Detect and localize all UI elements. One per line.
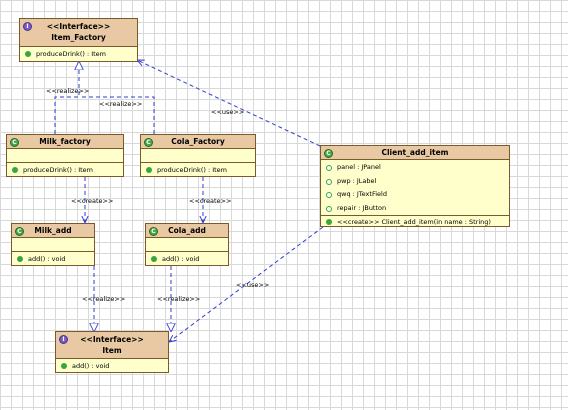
field-icon xyxy=(326,192,332,198)
realize-label-bottom-right: <<realize>> xyxy=(157,295,200,303)
field-row: qwq : JTextField xyxy=(321,188,509,202)
field-row: panel : JPanel xyxy=(321,161,509,175)
methods-section: produceDrink() : Item xyxy=(141,163,255,177)
field-icon xyxy=(326,165,332,171)
realize-label-top-left: <<realize>> xyxy=(46,87,89,95)
realize-label-top-right: <<realize>> xyxy=(99,100,142,108)
class-header: C Cola_add xyxy=(146,224,228,238)
field-icon xyxy=(326,205,332,212)
methods-section: produceDrink() : Item xyxy=(7,163,123,177)
methods-section: <<create>> Client_add_item(in name : Str… xyxy=(321,216,509,228)
class-cola-add[interactable]: C Cola_add add() : void xyxy=(145,223,229,266)
class-cola-factory[interactable]: C Cola_Factory produceDrink() : Item xyxy=(140,134,256,177)
field-row: pwp : JLabel xyxy=(321,175,509,189)
class-milk-add[interactable]: C Milk_add add() : void xyxy=(11,223,95,266)
method-row: add() : void xyxy=(12,252,94,266)
method-row: add() : void xyxy=(146,252,228,266)
use-label-top: <<use>> xyxy=(211,108,244,116)
create-label-left: <<create>> xyxy=(71,197,113,205)
class-name: Cola_Factory xyxy=(171,137,225,146)
fields-section xyxy=(146,238,228,252)
field-row: repair : JButton xyxy=(321,202,509,216)
public-method-icon xyxy=(12,167,18,173)
use-label-bottom: <<use>> xyxy=(236,281,269,289)
class-header: I <<Interface>> Item_Factory xyxy=(20,19,137,47)
methods-section: add() : void xyxy=(56,359,168,373)
class-icon: C xyxy=(324,149,333,158)
methods-section: produceDrink() : Item xyxy=(20,47,137,61)
public-method-icon xyxy=(17,256,23,262)
method-row: produceDrink() : Item xyxy=(20,47,137,61)
fields-section xyxy=(141,149,255,163)
create-label-right: <<create>> xyxy=(189,197,231,205)
class-header: C Milk_add xyxy=(12,224,94,238)
class-icon: C xyxy=(149,227,158,236)
class-name: Milk_add xyxy=(34,226,72,235)
class-item[interactable]: I <<Interface>> Item add() : void xyxy=(55,331,169,373)
public-method-icon xyxy=(25,51,31,57)
class-icon: C xyxy=(144,138,153,147)
class-name: Milk_factory xyxy=(39,137,91,146)
public-method-icon xyxy=(151,256,157,262)
public-method-icon xyxy=(146,167,152,173)
class-client-add-item[interactable]: C Client_add_item panel : JPanel pwp : J… xyxy=(320,145,510,227)
class-header: I <<Interface>> Item xyxy=(56,332,168,359)
realize-edge-milk-factory xyxy=(54,62,79,134)
fields-section: panel : JPanel pwp : JLabel qwq : JTextF… xyxy=(321,160,509,216)
method-row: produceDrink() : Item xyxy=(7,163,123,177)
class-header: C Cola_Factory xyxy=(141,135,255,149)
methods-section: add() : void xyxy=(12,252,94,266)
class-item-factory[interactable]: I <<Interface>> Item_Factory produceDrin… xyxy=(19,18,138,62)
class-icon: C xyxy=(15,227,24,236)
class-name: Item_Factory xyxy=(51,33,106,42)
methods-section: add() : void xyxy=(146,252,228,266)
stereotype-label: <<Interface>> xyxy=(80,335,144,344)
method-row: <<create>> Client_add_item(in name : Str… xyxy=(321,216,509,228)
public-method-icon xyxy=(61,363,67,369)
public-method-icon xyxy=(326,219,332,225)
class-name: Client_add_item xyxy=(381,148,449,157)
class-header: C Milk_factory xyxy=(7,135,123,149)
method-row: add() : void xyxy=(56,359,168,373)
stereotype-label: <<Interface>> xyxy=(46,22,111,31)
class-name: Item xyxy=(102,346,122,355)
field-icon xyxy=(326,178,332,185)
fields-section xyxy=(7,149,123,163)
realize-label-bottom-left: <<realize>> xyxy=(82,295,125,303)
class-icon: C xyxy=(10,138,19,147)
class-header: C Client_add_item xyxy=(321,146,509,160)
interface-icon: I xyxy=(59,335,68,344)
interface-icon: I xyxy=(23,22,32,31)
class-name: Cola_add xyxy=(168,226,206,235)
class-milk-factory[interactable]: C Milk_factory produceDrink() : Item xyxy=(6,134,124,177)
fields-section xyxy=(12,238,94,252)
method-row: produceDrink() : Item xyxy=(141,163,255,177)
